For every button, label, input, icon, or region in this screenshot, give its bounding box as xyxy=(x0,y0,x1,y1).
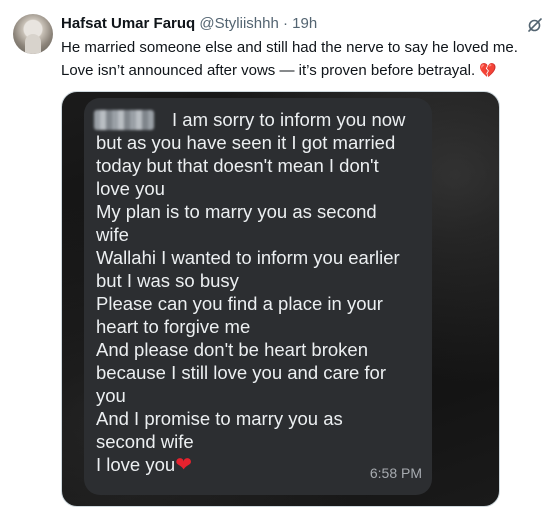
separator-dot: · xyxy=(278,15,293,32)
message-line: you xyxy=(96,385,126,406)
tweet-header: Hafsat Umar Faruq @Styliishhh · 19h xyxy=(61,14,545,34)
message-line: I am sorry to inform you now xyxy=(172,109,406,130)
message-line: And please don't be heart broken xyxy=(96,339,368,360)
chat-message: I am sorry to inform you now but as you … xyxy=(96,108,426,477)
message-line: My plan is to marry you as second xyxy=(96,201,377,222)
grok-icon[interactable] xyxy=(527,17,543,33)
message-line: today but that doesn't mean I don't xyxy=(96,155,379,176)
author-name[interactable]: Hafsat Umar Faruq xyxy=(61,15,195,32)
tweet-text-line: He married someone else and still had th… xyxy=(61,39,518,56)
message-line: Please can you find a place in your xyxy=(96,293,383,314)
tweet-text-line: Love isn’t announced after vows — it’s p… xyxy=(61,62,476,79)
tweet-media-image[interactable]: I am sorry to inform you now but as you … xyxy=(61,91,500,507)
message-line: Wallahi I wanted to inform you earlier xyxy=(96,247,400,268)
tweet-text: He married someone else and still had th… xyxy=(61,37,541,82)
message-line: heart to forgive me xyxy=(96,316,251,337)
tweet-time[interactable]: 19h xyxy=(292,15,317,32)
message-line: but I was so busy xyxy=(96,270,239,291)
message-line: wife xyxy=(96,224,129,245)
red-heart-icon: ❤ xyxy=(175,454,192,476)
chat-bubble: I am sorry to inform you now but as you … xyxy=(84,98,432,495)
message-line: And I promise to marry you as xyxy=(96,408,343,429)
message-line: love you xyxy=(96,178,165,199)
message-line: I love you xyxy=(96,454,176,475)
avatar[interactable] xyxy=(13,14,53,54)
message-line: but as you have seen it I got married xyxy=(96,132,396,153)
author-handle[interactable]: @Styliishhh xyxy=(199,15,278,32)
message-line: second wife xyxy=(96,431,194,452)
broken-heart-icon: 💔 xyxy=(479,62,497,78)
message-timestamp: 6:58 PM xyxy=(369,465,422,481)
message-line: because I still love you and care for xyxy=(96,362,386,383)
